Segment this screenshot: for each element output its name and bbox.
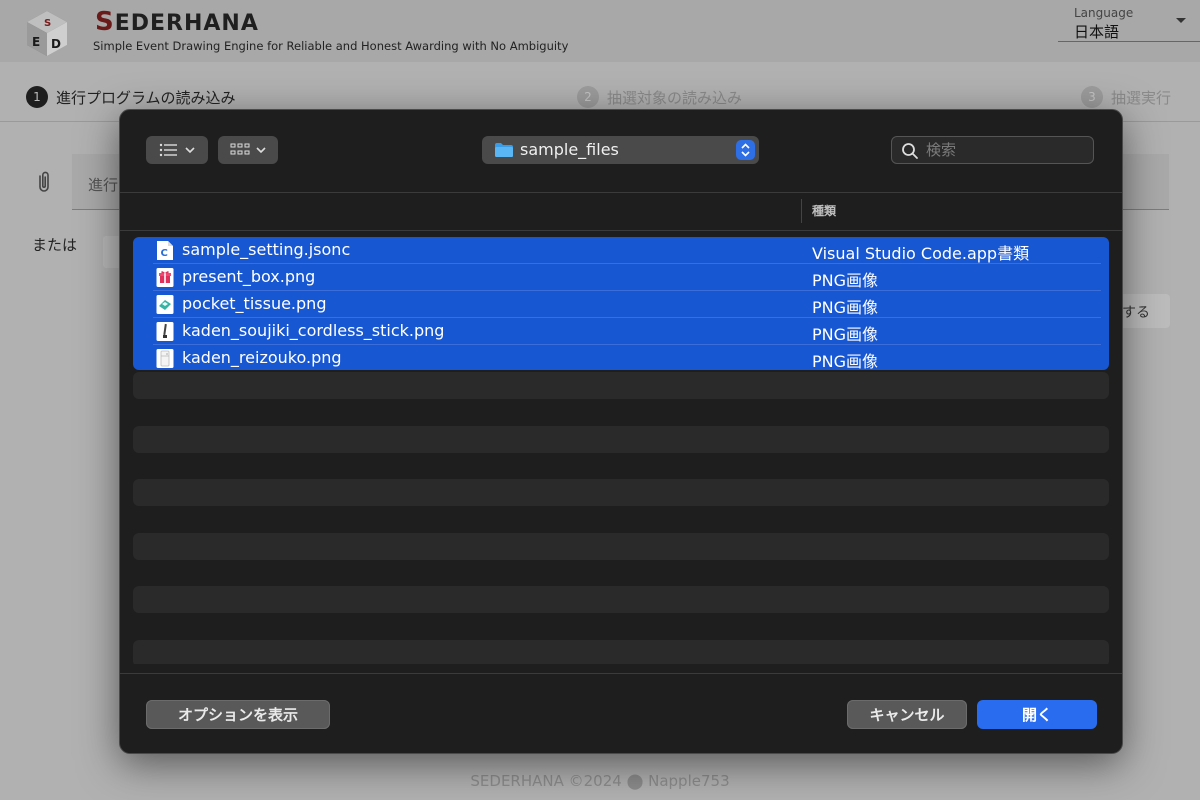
file-name: kaden_soujiki_cordless_stick.png [182,321,445,340]
file-kind: Visual Studio Code.app書類 [812,244,1030,263]
file-row[interactable]: C sample_setting.jsonc Visual Studio Cod… [133,237,1109,264]
caret-down-icon [1176,18,1186,23]
file-kind: PNG画像 [812,298,879,317]
divider [120,230,1122,231]
file-row[interactable]: kaden_reizouko.png PNG画像 [133,345,1109,372]
show-options-button[interactable]: オプションを表示 [146,700,330,729]
file-open-dialog: sample_files 種類 C sample_setting.jsonc V [119,109,1123,754]
file-name: present_box.png [182,267,316,286]
step-label: 進行プログラムの読み込み [56,88,236,107]
logo-icon: S E D [27,11,67,56]
language-label: Language [1074,6,1134,20]
jsonc-file-icon: C [157,241,173,260]
file-row[interactable]: pocket_tissue.png PNG画像 [133,291,1109,318]
divider [120,673,1122,674]
cancel-button[interactable]: キャンセル [847,700,967,729]
paperclip-icon [39,171,49,192]
svg-text:S: S [44,18,51,29]
search-icon [902,143,918,159]
column-divider [801,199,802,223]
file-kind: PNG画像 [812,271,879,290]
program-file-placeholder: 進行 [88,176,119,194]
empty-row [133,533,1109,560]
step-1: 1 進行プログラムの読み込み [26,86,236,108]
empty-row [133,640,1109,664]
folder-name: sample_files [520,140,619,159]
step-label: 抽選対象の読み込み [607,88,743,107]
step-3: 3 抽選実行 [1081,86,1171,108]
grid-view-button[interactable] [218,136,278,164]
brand-subtitle: Simple Event Drawing Engine for Reliable… [93,39,569,53]
step-number: 1 [26,86,48,108]
action-button-label: する [1122,305,1150,321]
column-header-kind[interactable]: 種類 [812,202,836,219]
language-select[interactable]: Language 日本語 [1058,2,1200,42]
file-name: sample_setting.jsonc [182,240,351,259]
folder-path-popup[interactable]: sample_files [482,136,759,164]
file-name: pocket_tissue.png [182,294,327,313]
svg-text:D: D [51,37,61,51]
grid-view-icon [230,143,250,155]
open-button[interactable]: 開く [977,700,1097,729]
step-number: 2 [577,86,599,108]
pocket-tissue-image-icon [156,295,174,314]
file-kind: PNG画像 [812,352,879,371]
app-header: S E D SEDERHANA Simple Event Drawing Eng… [0,0,1200,62]
file-list: C sample_setting.jsonc Visual Studio Cod… [133,237,1109,664]
svg-text:E: E [32,35,40,49]
list-view-button[interactable] [146,136,208,164]
divider [120,192,1122,193]
chevron-down-icon [256,147,266,154]
language-value: 日本語 [1074,23,1120,41]
folder-icon [495,143,513,157]
search-field[interactable] [891,136,1094,164]
file-row[interactable]: kaden_soujiki_cordless_stick.png PNG画像 [133,318,1109,345]
or-label: または [32,236,78,254]
file-row[interactable]: present_box.png PNG画像 [133,264,1109,291]
search-input[interactable] [926,140,1086,160]
step-2: 2 抽選対象の読み込み [577,86,742,108]
empty-row [133,479,1109,506]
empty-row [133,586,1109,613]
updown-chevron-icon [736,140,755,160]
vacuum-image-icon [156,322,174,341]
file-name: kaden_reizouko.png [182,348,342,367]
list-view-icon [159,143,177,157]
fridge-image-icon [156,349,174,368]
step-label: 抽選実行 [1111,88,1172,107]
step-number: 3 [1081,86,1103,108]
empty-row [133,372,1109,399]
svg-text:C: C [161,248,168,259]
brand-title: SEDERHANA [95,7,259,37]
chevron-down-icon [185,147,195,154]
present-box-image-icon [156,268,174,287]
file-kind: PNG画像 [812,325,879,344]
footer: SEDERHANA ©2024 ⬤ Napple753 [470,772,730,790]
empty-row [133,426,1109,453]
